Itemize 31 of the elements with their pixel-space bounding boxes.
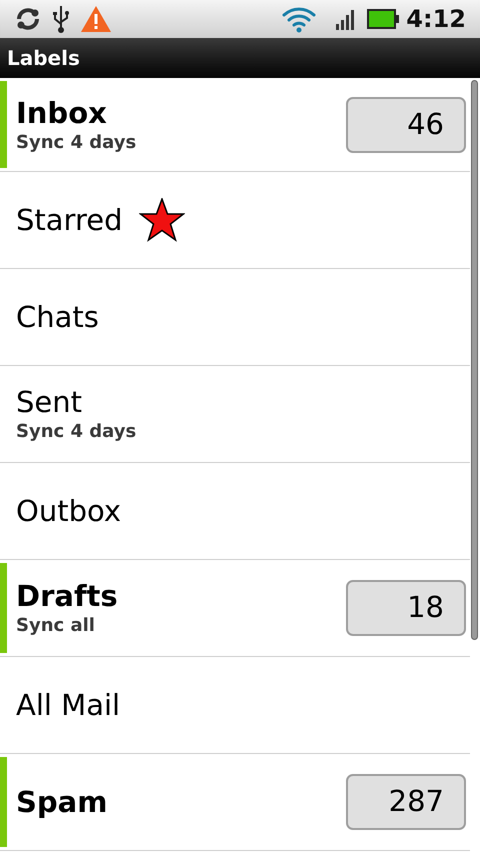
label-name: Sent (16, 384, 82, 420)
label-row[interactable]: Drafts Sync all 18 (0, 560, 470, 657)
label-name: Outbox (16, 493, 121, 529)
clock: 4:12 (406, 4, 466, 35)
label-row[interactable]: Sent Sync 4 days (0, 366, 470, 463)
label-name: Drafts (16, 578, 118, 614)
label-row[interactable]: Outbox (0, 463, 470, 560)
label-row[interactable]: Inbox Sync 4 days 46 (0, 78, 470, 172)
label-name: Spam (16, 784, 108, 820)
sync-icon (14, 6, 42, 32)
label-row[interactable]: Spam 287 (0, 754, 470, 851)
label-row[interactable]: Chats (0, 269, 470, 366)
label-name: Chats (16, 299, 99, 335)
wifi-icon (282, 5, 316, 33)
warning-icon (80, 5, 112, 33)
sync-setting: Sync 4 days (16, 130, 138, 154)
unread-count: 46 (346, 96, 466, 152)
usb-icon (52, 4, 70, 34)
star-icon (138, 198, 184, 242)
unread-count: 287 (346, 774, 466, 830)
signal-icon (336, 8, 356, 30)
label-name: Starred (16, 202, 122, 238)
label-name: Inbox (16, 94, 107, 130)
battery-icon (366, 8, 400, 30)
sync-setting: Sync 4 days (16, 420, 138, 444)
label-name: All Mail (16, 687, 120, 723)
title: Labels (7, 45, 80, 72)
label-row[interactable]: Starred (0, 172, 470, 269)
sync-setting: Sync all (16, 614, 96, 638)
label-row[interactable]: All Mail (0, 657, 470, 754)
unread-count: 18 (346, 580, 466, 636)
